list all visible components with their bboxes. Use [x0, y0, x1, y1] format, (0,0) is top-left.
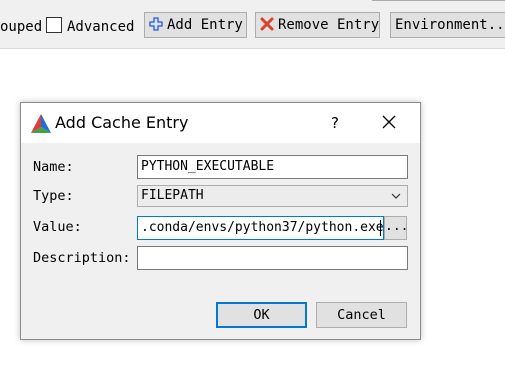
description-label: Description:: [33, 250, 131, 266]
value-input-text: .conda/envs/python37/python.exe: [141, 220, 384, 235]
main-toolbar: ouped Advanced Add Entry Remove Entry En…: [0, 0, 505, 49]
toolbar-top-line: [372, 0, 505, 6]
type-select-value: FILEPATH: [141, 188, 204, 203]
add-entry-label: Add Entry: [167, 17, 243, 33]
dialog-title: Add Cache Entry: [55, 113, 189, 132]
grouped-checkbox-label[interactable]: ouped: [0, 17, 42, 37]
text-caret: [380, 220, 381, 236]
value-input[interactable]: .conda/envs/python37/python.exe: [137, 216, 384, 240]
advanced-checkbox-label[interactable]: Advanced: [67, 17, 134, 37]
remove-entry-label: Remove Entry: [278, 17, 380, 33]
add-entry-button[interactable]: Add Entry: [144, 12, 247, 38]
help-button[interactable]: ?: [323, 111, 347, 135]
environment-button[interactable]: Environment...: [390, 12, 505, 38]
environment-label: Environment...: [395, 17, 505, 33]
advanced-checkbox[interactable]: [46, 17, 62, 33]
browse-button[interactable]: ...: [384, 216, 408, 240]
name-label: Name:: [33, 159, 74, 175]
dialog-titlebar: Add Cache Entry ?: [21, 103, 420, 143]
add-plus-icon: [149, 17, 163, 31]
value-label: Value:: [33, 219, 82, 235]
type-label: Type:: [33, 188, 74, 204]
remove-x-icon: [260, 17, 274, 31]
add-cache-entry-dialog: Add Cache Entry ? Name: PYTHON_EXECUTABL…: [20, 102, 421, 340]
close-icon[interactable]: [381, 114, 397, 130]
cmake-logo-icon: [31, 114, 51, 133]
description-input[interactable]: [137, 246, 408, 270]
chevron-down-icon: [391, 193, 401, 199]
name-input[interactable]: PYTHON_EXECUTABLE: [137, 155, 408, 179]
type-select[interactable]: FILEPATH: [137, 185, 408, 207]
ok-button[interactable]: OK: [216, 302, 307, 328]
cancel-button[interactable]: Cancel: [316, 302, 407, 328]
remove-entry-button[interactable]: Remove Entry: [255, 12, 380, 38]
